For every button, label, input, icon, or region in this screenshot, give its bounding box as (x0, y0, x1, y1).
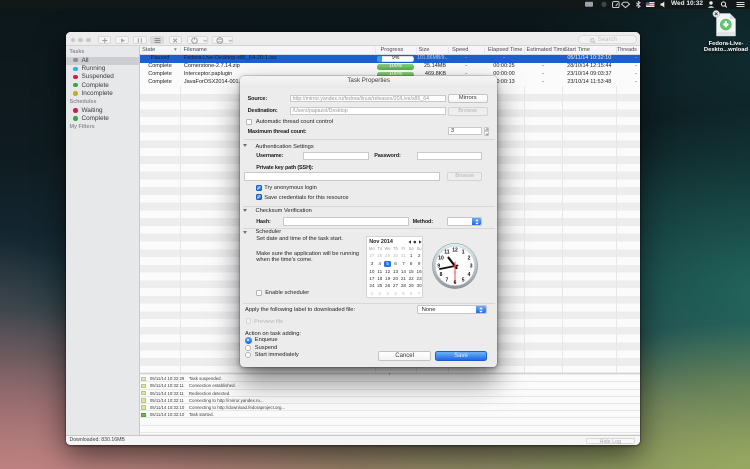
svg-text:10: 10 (438, 256, 444, 262)
svg-text:5: 5 (462, 278, 465, 284)
svg-text:3: 3 (470, 264, 473, 270)
svg-text:12: 12 (452, 248, 458, 254)
svg-text:1: 1 (462, 250, 465, 256)
svg-text:11: 11 (444, 250, 450, 256)
svg-text:2: 2 (468, 256, 471, 262)
svg-text:7: 7 (446, 278, 449, 284)
svg-text:4: 4 (468, 272, 471, 278)
svg-text:8: 8 (440, 272, 443, 278)
